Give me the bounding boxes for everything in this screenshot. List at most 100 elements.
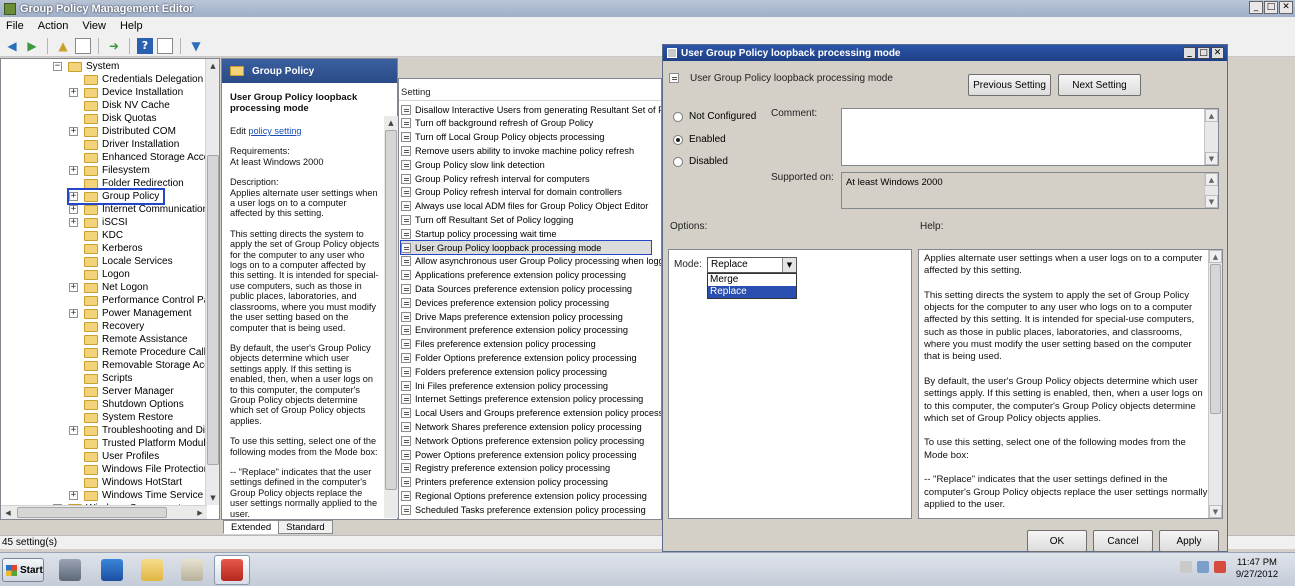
- help-icon[interactable]: ?: [137, 37, 153, 54]
- comment-scrollbar[interactable]: ▲ ▼: [1204, 109, 1218, 165]
- gpo-editor-taskbar-icon[interactable]: [214, 555, 250, 585]
- radio-enabled[interactable]: Enabled: [673, 134, 726, 145]
- scroll-down-arrow[interactable]: ▼: [1205, 195, 1218, 208]
- up-folder-icon[interactable]: ▲: [55, 38, 71, 54]
- expand-icon[interactable]: +: [69, 218, 78, 227]
- setting-row[interactable]: Drive Maps preference extension policy p…: [401, 310, 623, 323]
- expand-icon[interactable]: +: [69, 491, 78, 500]
- tree-item[interactable]: System Restore: [69, 411, 173, 424]
- setting-row[interactable]: Turn off Local Group Policy objects proc…: [401, 131, 604, 144]
- setting-row[interactable]: Folders preference extension policy proc…: [401, 365, 607, 378]
- mode-option-replace[interactable]: Replace: [708, 286, 796, 298]
- tree-item[interactable]: + Power Management: [69, 307, 192, 320]
- tree-item[interactable]: Kerberos: [69, 242, 143, 255]
- expand-icon[interactable]: +: [69, 88, 78, 97]
- setting-row[interactable]: Turn off background refresh of Group Pol…: [401, 117, 593, 130]
- tree-item[interactable]: Folder Redirection: [69, 177, 184, 190]
- minimize-button[interactable]: _: [1249, 1, 1263, 14]
- setting-row[interactable]: Files preference extension policy proces…: [401, 338, 596, 351]
- scroll-thumb[interactable]: [17, 507, 167, 518]
- menu-action[interactable]: Action: [38, 20, 69, 32]
- maximize-button[interactable]: □: [1264, 1, 1278, 14]
- show-hide-tree-icon[interactable]: [75, 37, 91, 54]
- dialog-maximize-button[interactable]: □: [1197, 47, 1210, 59]
- tree-item[interactable]: Trusted Platform Module Ser: [69, 437, 219, 450]
- ok-button[interactable]: OK: [1027, 530, 1087, 552]
- scroll-up-arrow[interactable]: ▲: [206, 59, 219, 73]
- radio-button-icon[interactable]: [673, 156, 683, 167]
- dialog-minimize-button[interactable]: _: [1183, 47, 1196, 59]
- scroll-up-arrow[interactable]: ▲: [1205, 109, 1218, 122]
- tree-item[interactable]: KDC: [69, 229, 123, 242]
- tree-horizontal-scrollbar[interactable]: ◀ ▶: [1, 505, 207, 519]
- expand-icon[interactable]: +: [69, 283, 78, 292]
- description-scrollbar[interactable]: ▲: [384, 116, 398, 518]
- action-center-icon[interactable]: [1214, 561, 1226, 573]
- cancel-button[interactable]: Cancel: [1093, 530, 1153, 552]
- menu-help[interactable]: Help: [120, 20, 143, 32]
- tree-item[interactable]: Driver Installation: [69, 138, 179, 151]
- powershell-taskbar-icon[interactable]: [94, 555, 130, 585]
- setting-row[interactable]: Folder Options preference extension poli…: [401, 351, 637, 364]
- collapse-icon[interactable]: −: [53, 62, 62, 71]
- tree-item[interactable]: Removable Storage Access: [69, 359, 219, 372]
- setting-row[interactable]: Always use local ADM files for Group Pol…: [401, 200, 648, 213]
- supported-on-scrollbar[interactable]: ▲ ▼: [1204, 173, 1218, 208]
- close-button[interactable]: ✕: [1279, 1, 1293, 14]
- start-button[interactable]: Start: [2, 558, 44, 582]
- server-manager-taskbar-icon[interactable]: [52, 555, 88, 585]
- setting-row[interactable]: Remove users ability to invoke machine p…: [401, 144, 634, 157]
- scroll-thumb[interactable]: [1210, 264, 1221, 414]
- setting-row[interactable]: Group Policy slow link detection: [401, 158, 545, 171]
- mode-select[interactable]: Replace ▼: [707, 257, 797, 273]
- scroll-down-arrow[interactable]: ▼: [1205, 152, 1218, 165]
- tree-item[interactable]: Windows File Protection: [69, 463, 209, 476]
- tree-item[interactable]: Enhanced Storage Access: [69, 151, 219, 164]
- tree-item[interactable]: Remote Assistance: [69, 333, 188, 346]
- radio-button-icon[interactable]: [673, 134, 683, 145]
- previous-setting-button[interactable]: Previous Setting: [968, 74, 1051, 96]
- scroll-left-arrow[interactable]: ◀: [1, 506, 15, 519]
- tree-item[interactable]: Credentials Delegation: [69, 73, 203, 86]
- tree-item[interactable]: Locale Services: [69, 255, 173, 268]
- setting-row[interactable]: Group Policy refresh interval for domain…: [401, 186, 622, 199]
- menu-file[interactable]: File: [6, 20, 24, 32]
- properties-icon[interactable]: [157, 37, 173, 54]
- scroll-up-arrow[interactable]: ▲: [1209, 250, 1222, 263]
- tree-item[interactable]: + Net Logon: [69, 281, 148, 294]
- tree-item[interactable]: Logon: [69, 268, 130, 281]
- setting-row[interactable]: Applications preference extension policy…: [401, 269, 626, 282]
- setting-row[interactable]: User Group Policy loopback processing mo…: [400, 240, 652, 255]
- setting-row[interactable]: Power Options preference extension polic…: [401, 448, 637, 461]
- filter-icon[interactable]: ▼: [188, 38, 204, 54]
- tree-item[interactable]: Performance Control Panel: [69, 294, 219, 307]
- setting-row[interactable]: Turn off Resultant Set of Policy logging: [401, 213, 573, 226]
- setting-row[interactable]: Environment preference extension policy …: [401, 324, 628, 337]
- column-header-setting[interactable]: Setting: [399, 87, 661, 101]
- tree-item[interactable]: Scripts: [69, 372, 133, 385]
- scroll-down-arrow[interactable]: ▼: [206, 491, 219, 505]
- setting-row[interactable]: Regional Options preference extension po…: [401, 489, 647, 502]
- radio-button-icon[interactable]: [673, 111, 683, 122]
- tree-item[interactable]: Shutdown Options: [69, 398, 184, 411]
- expand-icon[interactable]: +: [69, 192, 78, 201]
- radio-disabled[interactable]: Disabled: [673, 156, 728, 167]
- tree-item[interactable]: Recovery: [69, 320, 144, 333]
- scroll-right-arrow[interactable]: ▶: [193, 506, 207, 519]
- tree-item[interactable]: − System: [53, 60, 119, 73]
- help-scrollbar[interactable]: ▲ ▼: [1208, 250, 1222, 518]
- tree-item[interactable]: + Group Policy: [66, 188, 166, 205]
- tree-item[interactable]: + Troubleshooting and Diagno: [69, 424, 219, 437]
- dialog-close-button[interactable]: ✕: [1211, 47, 1224, 59]
- expand-icon[interactable]: +: [69, 127, 78, 136]
- document-taskbar-icon[interactable]: [174, 555, 210, 585]
- expand-icon[interactable]: +: [69, 166, 78, 175]
- tree-item[interactable]: + Distributed COM: [69, 125, 176, 138]
- scroll-up-arrow[interactable]: ▲: [384, 116, 398, 130]
- tree-item[interactable]: + Filesystem: [69, 164, 150, 177]
- scroll-up-arrow[interactable]: ▲: [1205, 173, 1218, 186]
- setting-row[interactable]: Group Policy refresh interval for comput…: [401, 172, 590, 185]
- expand-icon[interactable]: +: [69, 309, 78, 318]
- tree-item[interactable]: Windows HotStart: [69, 476, 182, 489]
- clock[interactable]: 11:47 PM 9/27/2012: [1233, 557, 1281, 581]
